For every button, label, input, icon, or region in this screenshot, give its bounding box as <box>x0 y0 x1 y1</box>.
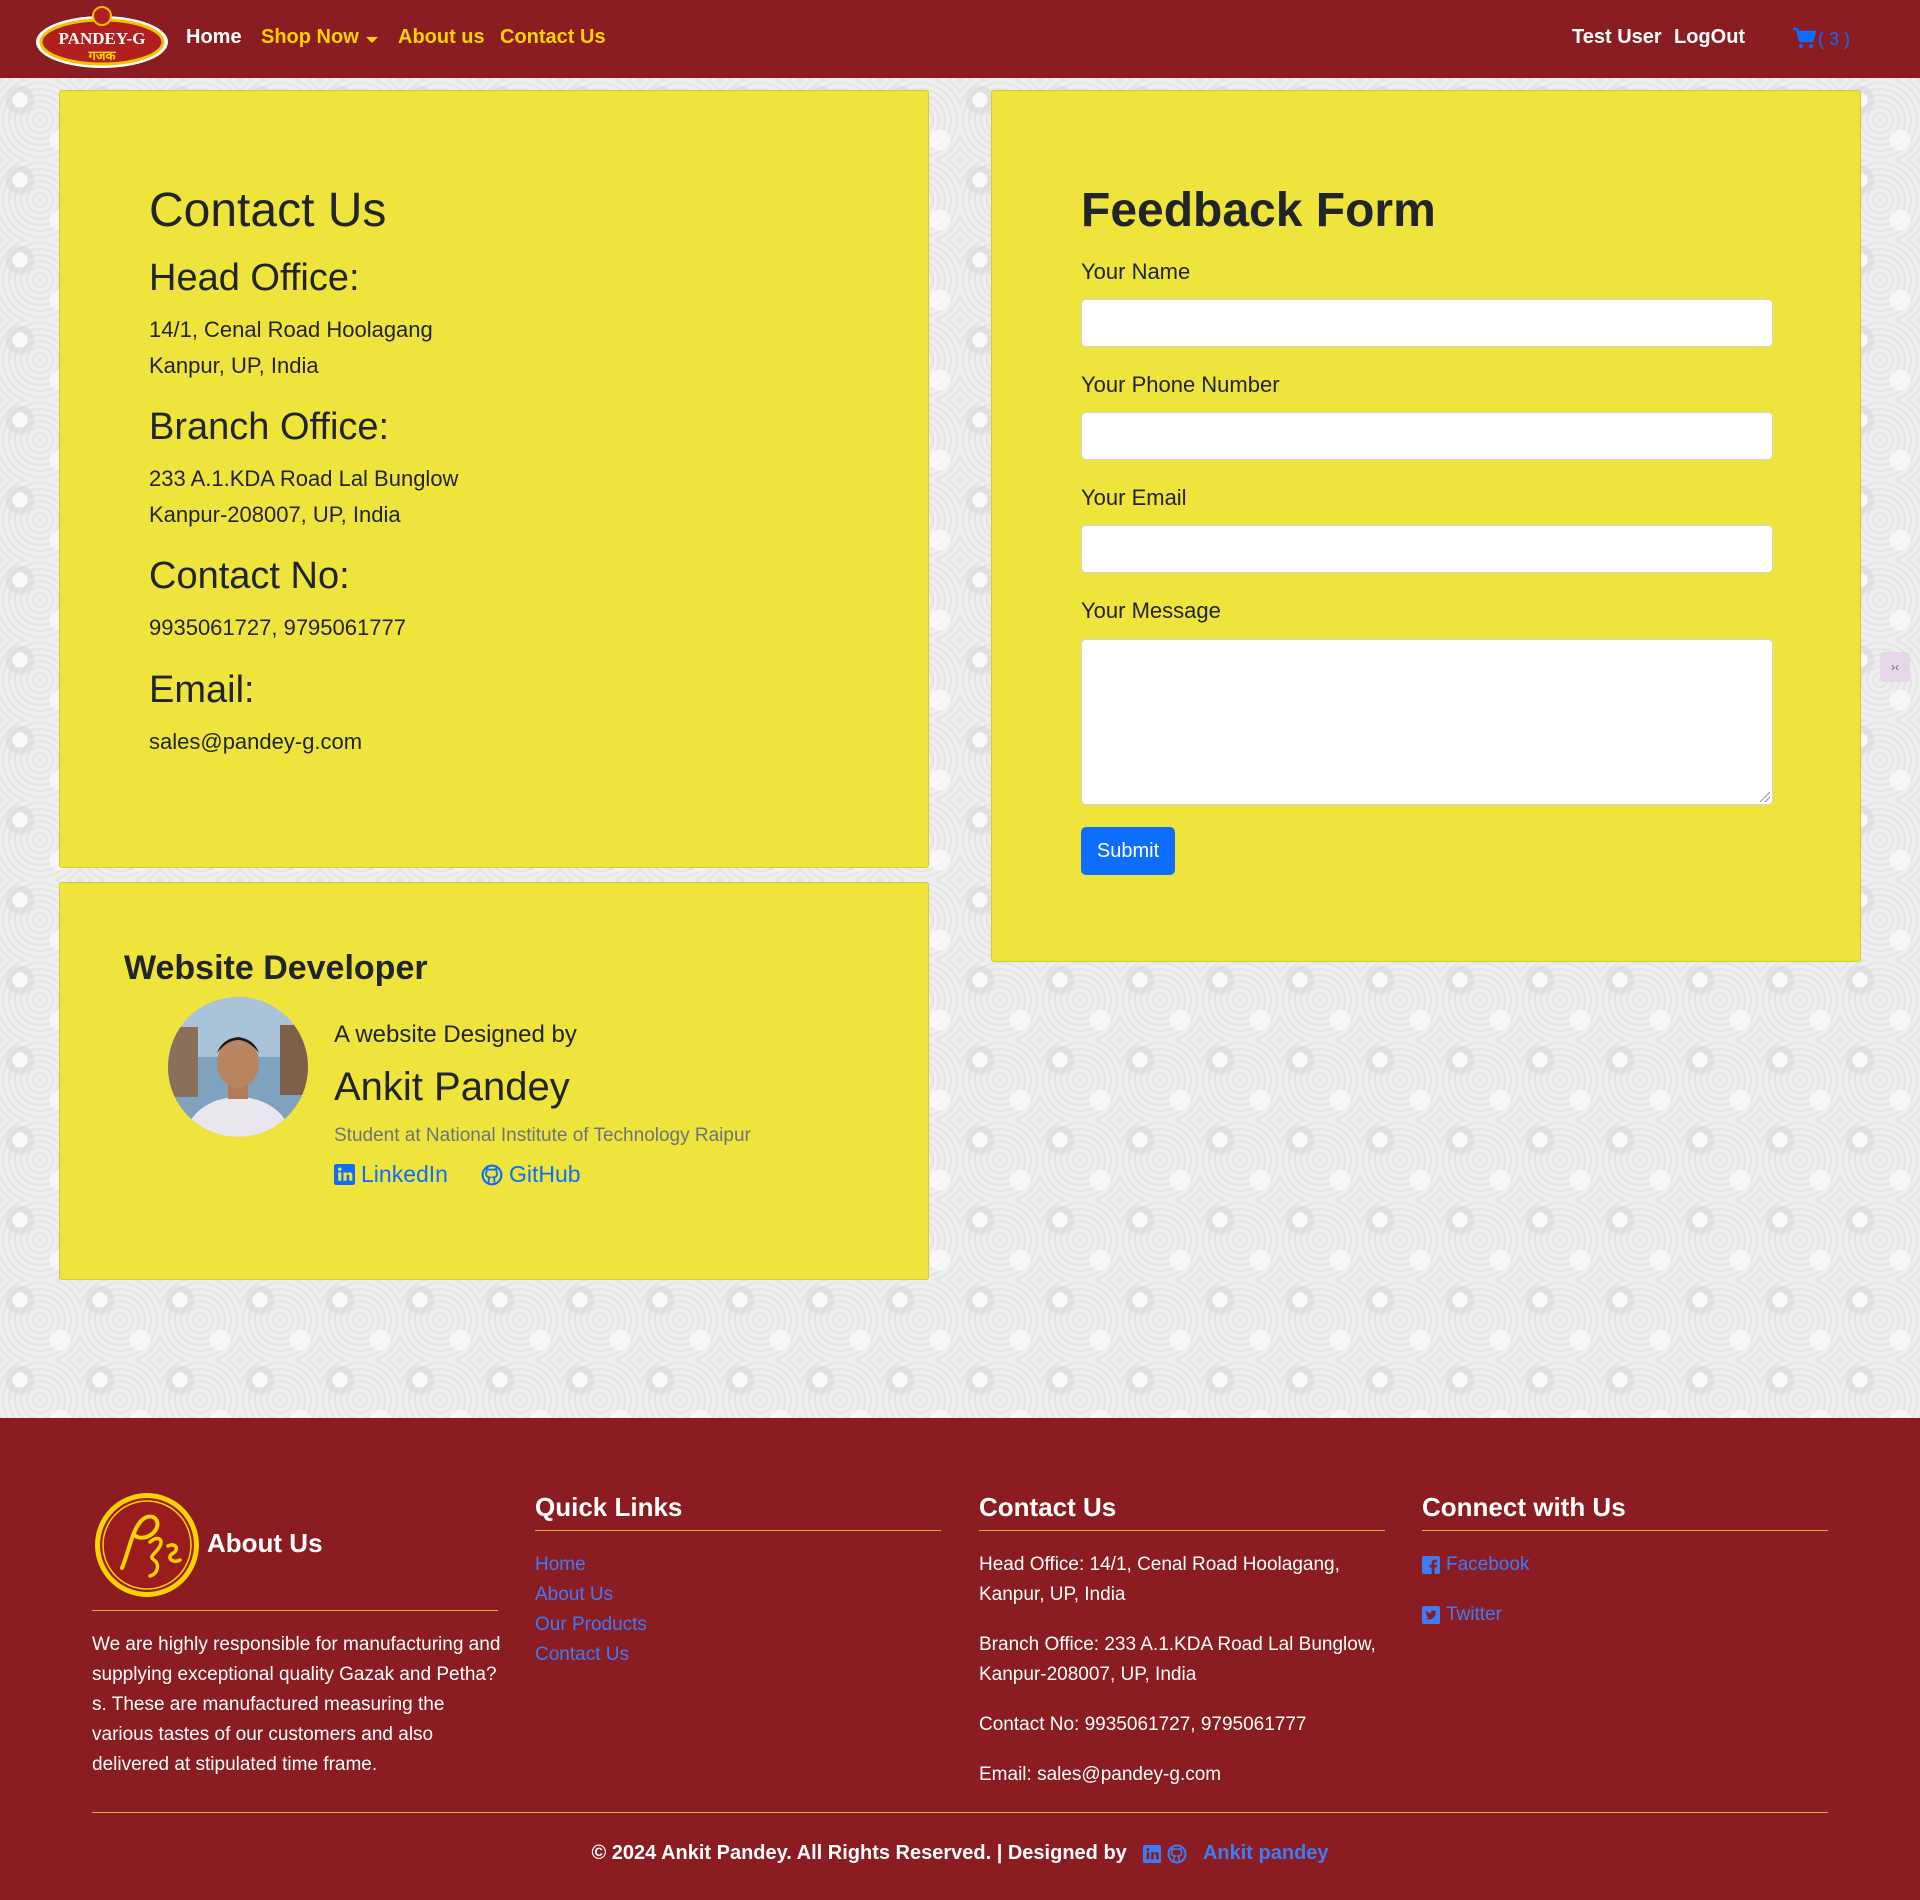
footer-divider <box>1422 1530 1828 1531</box>
footer-bottom-divider <box>92 1812 1828 1813</box>
twitter-label: Twitter <box>1446 1604 1502 1625</box>
footer-divider <box>979 1530 1385 1531</box>
footer-logo <box>95 1493 199 1597</box>
navbar: PANDEY-G गजक Home Shop Now About us Cont… <box>0 0 1920 78</box>
nav-shop-now[interactable]: Shop Now <box>261 26 359 49</box>
contact-no-value: 9935061727, 9795061777 <box>149 615 406 640</box>
resize-grip-icon[interactable] <box>1760 792 1770 802</box>
linkedin-icon <box>334 1164 355 1185</box>
footer-divider <box>92 1610 498 1611</box>
email-input[interactable] <box>1081 525 1773 573</box>
branch-office-line1: 233 A.1.KDA Road Lal Bunglow <box>149 466 459 491</box>
phone-input[interactable] <box>1081 412 1773 460</box>
contact-title: Contact Us <box>149 184 387 237</box>
developer-school: Student at National Institute of Technol… <box>334 1125 751 1146</box>
nav-home[interactable]: Home <box>186 26 242 49</box>
name-label: Your Name <box>1081 259 1191 284</box>
footer-link-home[interactable]: Home <box>535 1554 586 1576</box>
message-textarea[interactable] <box>1081 639 1773 805</box>
feedback-form-title: Feedback Form <box>1081 184 1436 237</box>
copyright-text: © 2024 Ankit Pandey. All Rights Reserved… <box>591 1842 1127 1864</box>
contact-card: Contact Us Head Office: 14/1, Cenal Road… <box>59 90 929 868</box>
developer-card: Website Developer A website Designed by … <box>59 882 929 1280</box>
head-office-line1: 14/1, Cenal Road Hoolagang <box>149 317 433 342</box>
footer-link-about[interactable]: About Us <box>535 1584 613 1606</box>
cart-icon[interactable] <box>1792 27 1816 49</box>
footer-head-office: Head Office: 14/1, Cenal Road Hoolagang,… <box>979 1554 1340 1605</box>
email-field-label: Your Email <box>1081 485 1187 510</box>
brand-logo-text: PANDEY-G <box>59 29 146 48</box>
feedback-form-card: Feedback Form Your Name Your Phone Numbe… <box>991 90 1861 962</box>
developer-title: Website Developer <box>124 949 428 987</box>
github-icon[interactable] <box>1167 1844 1187 1864</box>
developer-github-link[interactable]: GitHub <box>481 1161 581 1188</box>
footer-copyright: © 2024 Ankit Pandey. All Rights Reserved… <box>0 1842 1920 1865</box>
footer-email: Email: sales@pandey-g.com <box>979 1764 1222 1785</box>
contact-no-label: Contact No: <box>149 555 350 597</box>
footer-about-text: We are highly responsible for manufactur… <box>92 1634 501 1775</box>
branch-office-label: Branch Office: <box>149 406 390 448</box>
facebook-icon <box>1422 1556 1440 1574</box>
developer-designed-by: A website Designed by <box>334 1021 577 1048</box>
branch-office-line2: Kanpur-208007, UP, India <box>149 502 401 527</box>
footer: About Us We are highly responsible for m… <box>0 1418 1920 1900</box>
linkedin-label: LinkedIn <box>361 1161 448 1187</box>
footer-divider <box>535 1530 941 1531</box>
message-label: Your Message <box>1081 598 1221 623</box>
facebook-label: Facebook <box>1446 1554 1530 1575</box>
nav-about-us[interactable]: About us <box>398 26 485 49</box>
cart-count[interactable]: ( 3 ) <box>1818 29 1850 50</box>
nav-user-name[interactable]: Test User <box>1572 26 1662 49</box>
brand-logo-subtext: गजक <box>88 49 117 64</box>
footer-link-products[interactable]: Our Products <box>535 1614 647 1636</box>
footer-quick-links-title: Quick Links <box>535 1492 683 1522</box>
footer-contact-title: Contact Us <box>979 1492 1117 1522</box>
email-label: Email: <box>149 669 255 711</box>
developer-linkedin-link[interactable]: LinkedIn <box>334 1161 448 1188</box>
footer-about-title: About Us <box>207 1528 323 1558</box>
email-value: sales@pandey-g.com <box>149 729 363 754</box>
designer-link[interactable]: Ankit pandey <box>1203 1842 1329 1864</box>
footer-connect-title: Connect with Us <box>1422 1492 1626 1522</box>
phone-label: Your Phone Number <box>1081 372 1280 397</box>
head-office-line2: Kanpur, UP, India <box>149 353 319 378</box>
footer-branch-office: Branch Office: 233 A.1.KDA Road Lal Bung… <box>979 1634 1376 1685</box>
side-widget-icon[interactable]: ›‹ <box>1880 652 1910 682</box>
github-icon <box>481 1164 503 1185</box>
developer-avatar <box>168 997 308 1137</box>
chevron-down-icon[interactable] <box>366 37 378 43</box>
submit-button[interactable]: Submit <box>1081 827 1175 875</box>
footer-facebook-link[interactable]: Facebook <box>1422 1554 1529 1576</box>
brand-logo[interactable]: PANDEY-G गजक <box>34 6 170 70</box>
developer-name: Ankit Pandey <box>334 1065 570 1109</box>
github-label: GitHub <box>509 1161 581 1187</box>
nav-contact-us[interactable]: Contact Us <box>500 26 606 49</box>
head-office-label: Head Office: <box>149 257 360 299</box>
nav-logout[interactable]: LogOut <box>1674 26 1745 49</box>
footer-contact-no: Contact No: 9935061727, 9795061777 <box>979 1714 1307 1735</box>
footer-link-contact[interactable]: Contact Us <box>535 1644 629 1666</box>
footer-twitter-link[interactable]: Twitter <box>1422 1604 1502 1626</box>
name-input[interactable] <box>1081 299 1773 347</box>
linkedin-icon[interactable] <box>1143 1844 1162 1863</box>
twitter-icon <box>1422 1606 1440 1624</box>
